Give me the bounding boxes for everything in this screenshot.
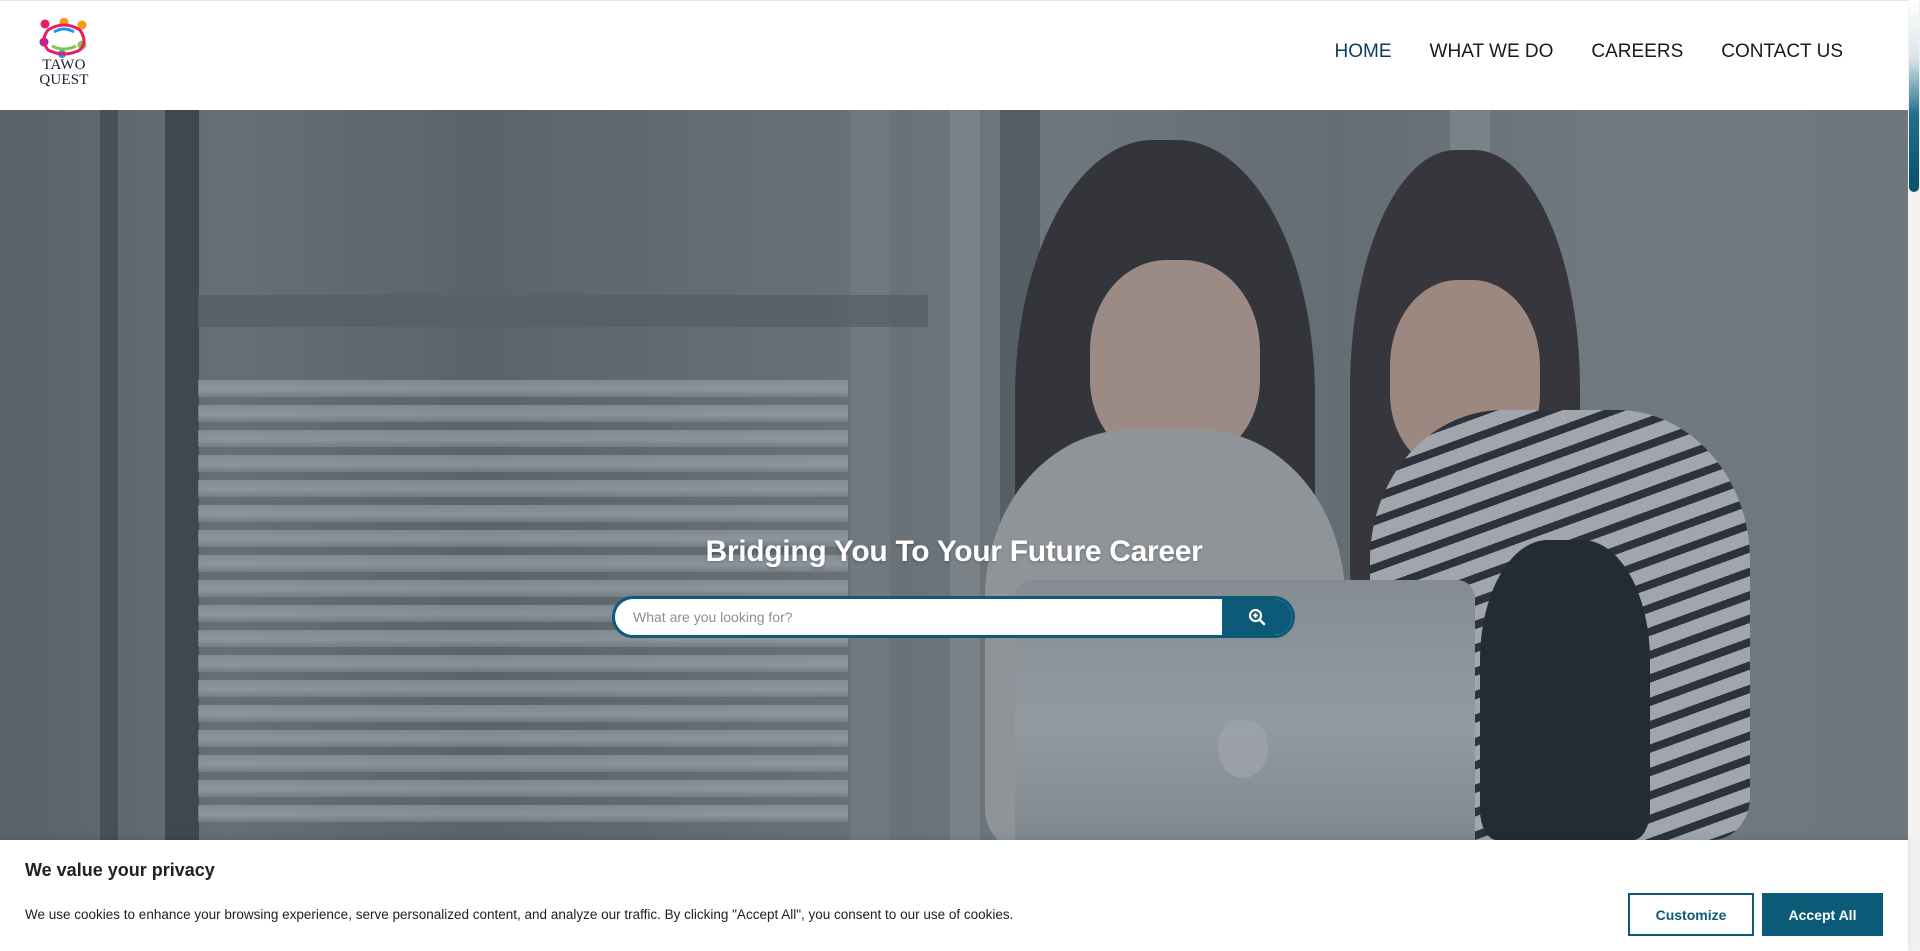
- accept-all-button[interactable]: Accept All: [1762, 893, 1883, 936]
- zoom-in-icon: [1248, 608, 1266, 626]
- logo-text: TAWO QUEST: [36, 58, 92, 88]
- customize-button[interactable]: Customize: [1628, 893, 1754, 936]
- logo-line-2: QUEST: [39, 72, 89, 88]
- tawo-quest-logo[interactable]: TAWO QUEST: [36, 18, 92, 92]
- site-header: TAWO QUEST HOME WHAT WE DO CAREERS CONTA…: [0, 0, 1908, 110]
- search-input[interactable]: [615, 599, 1222, 635]
- search-button[interactable]: [1222, 599, 1292, 635]
- hero-section: [0, 110, 1908, 840]
- main-nav: HOME WHAT WE DO CAREERS CONTACT US: [1297, 41, 1843, 63]
- nav-item-careers[interactable]: CAREERS: [1591, 41, 1683, 63]
- hero-title: Bridging You To Your Future Career: [705, 535, 1203, 568]
- scrollbar-thumb[interactable]: [1909, 0, 1919, 192]
- logo-mark-icon: [39, 18, 87, 58]
- page-scrollbar[interactable]: [1908, 0, 1920, 951]
- logo-line-1: TAWO: [42, 57, 86, 73]
- nav-item-home[interactable]: HOME: [1335, 41, 1392, 63]
- nav-item-what-we-do[interactable]: WHAT WE DO: [1430, 41, 1554, 63]
- cookie-title: We value your privacy: [25, 860, 215, 880]
- cookie-description: We use cookies to enhance your browsing …: [25, 907, 1014, 922]
- nav-item-contact-us[interactable]: CONTACT US: [1721, 41, 1843, 63]
- hero-overlay: [0, 110, 1908, 840]
- cookie-consent-banner: We value your privacy We use cookies to …: [0, 840, 1908, 951]
- search-bar: [612, 596, 1295, 638]
